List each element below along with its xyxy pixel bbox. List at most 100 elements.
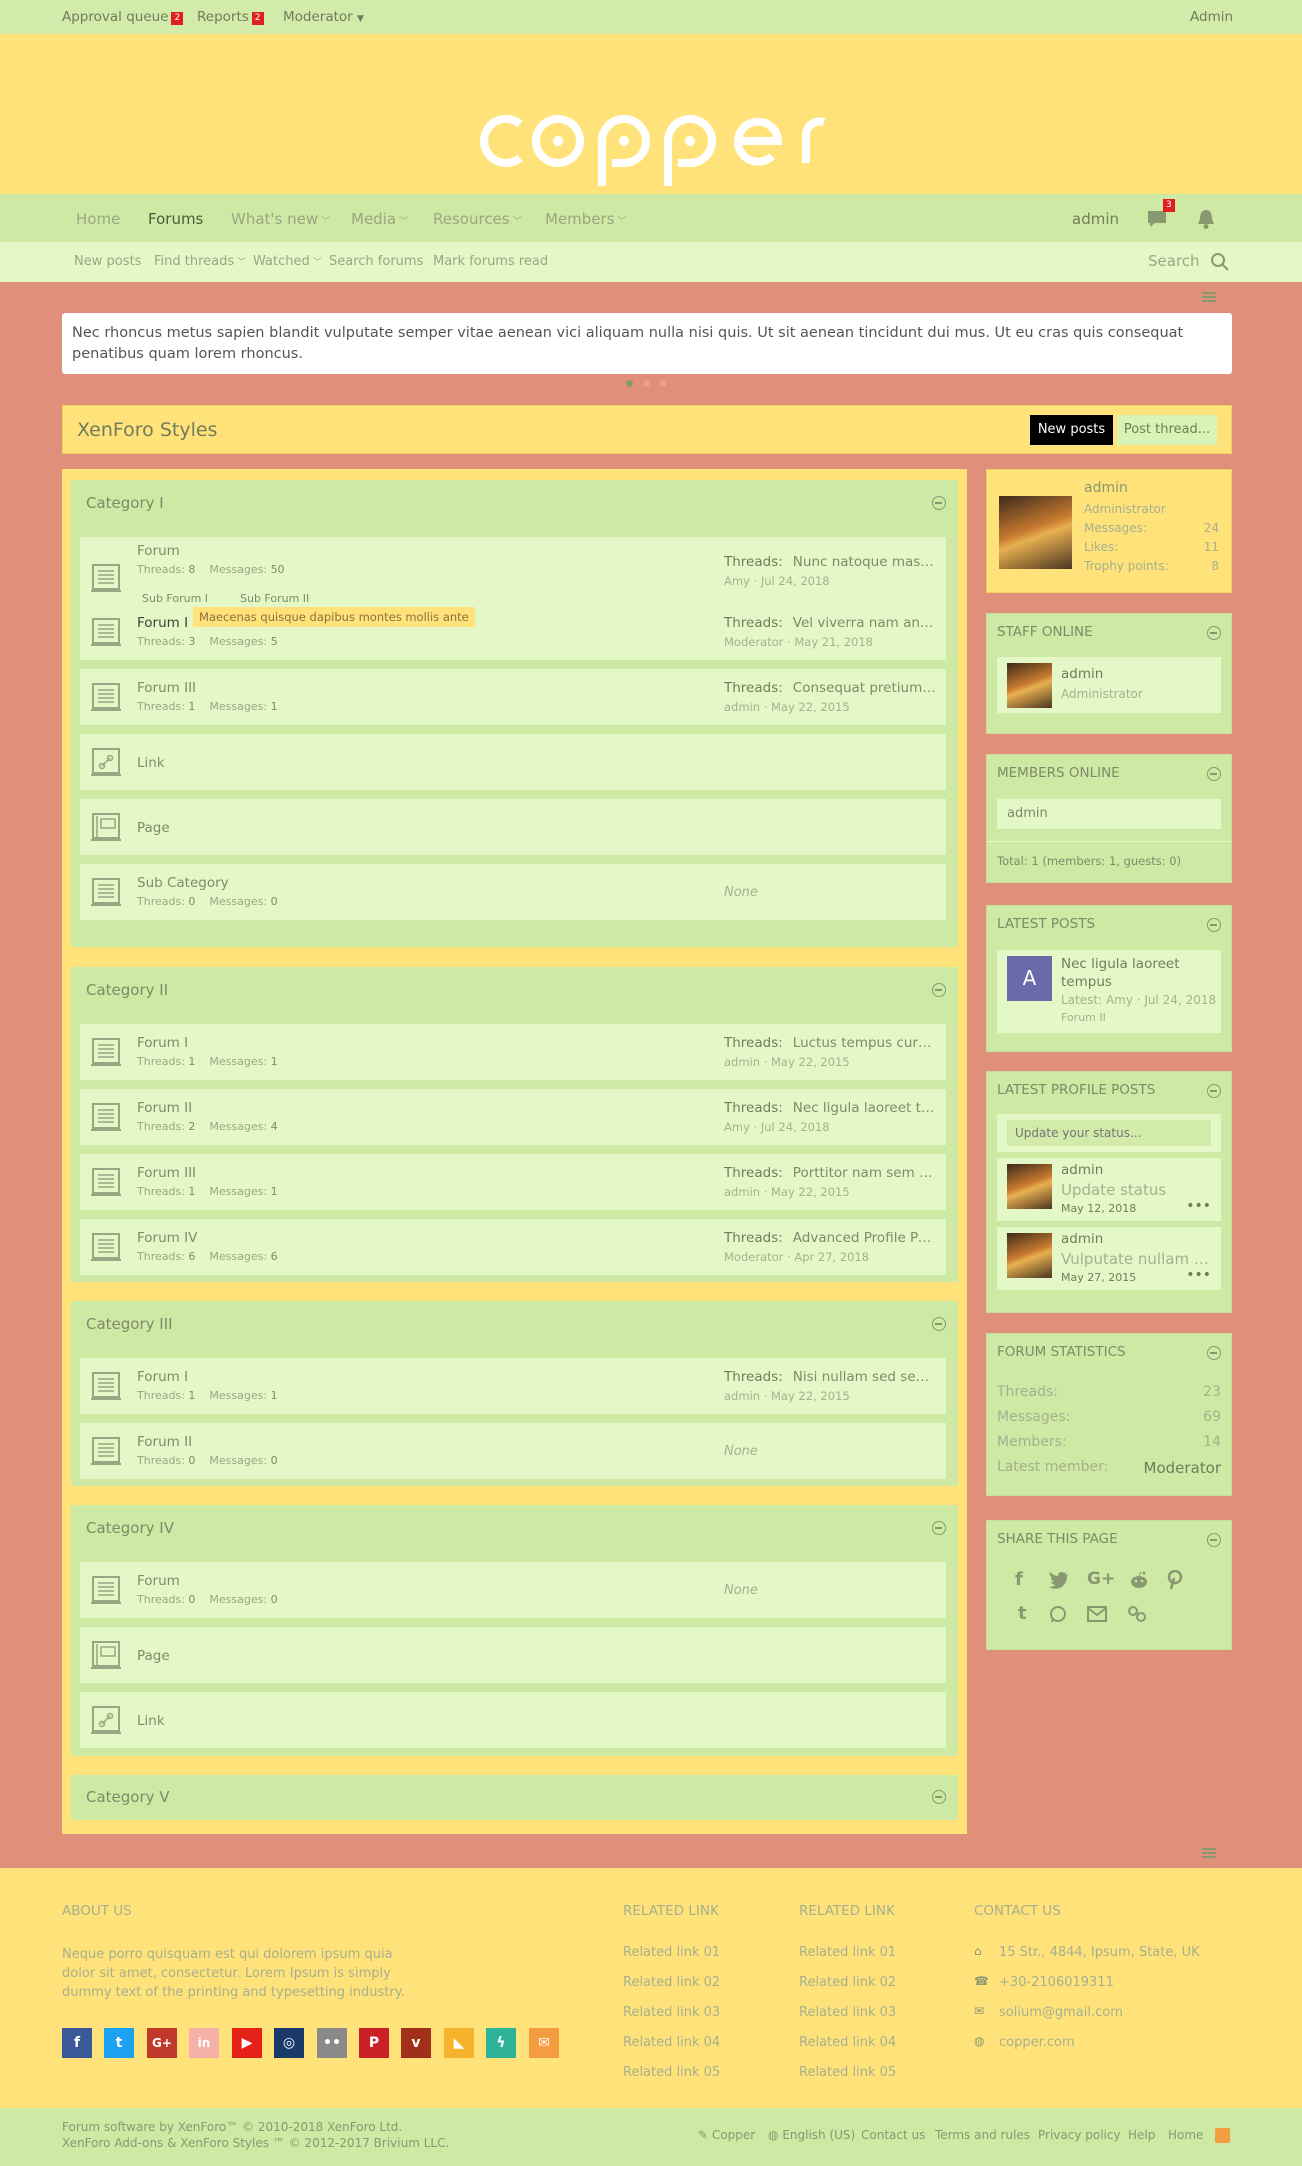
language-link[interactable]: ◍ English (US) xyxy=(768,2128,855,2142)
forum-title[interactable]: Forum II xyxy=(137,1100,192,1116)
search-button[interactable]: Search xyxy=(1148,252,1200,270)
twitter-icon[interactable] xyxy=(1049,1571,1069,1593)
footer-link[interactable]: Related link 02 xyxy=(799,1975,896,1990)
subnav-watched[interactable]: Watched ﹀ xyxy=(253,254,322,269)
deviantart-icon[interactable]: ϟ xyxy=(486,2028,516,2058)
collapse-icon[interactable] xyxy=(1207,1084,1221,1098)
forum-node[interactable]: Forum I Threads: 3 Messages: 5 Maecenas qu… xyxy=(80,604,946,660)
category-title[interactable]: Category II xyxy=(86,981,168,999)
last-post-title[interactable]: Threads: Vel viverra nam ante sem xyxy=(724,615,936,631)
forum-node[interactable]: Forum IV Threads: 6 Messages: 6 Threads: Ad… xyxy=(80,1219,946,1275)
forum-title[interactable]: Forum I xyxy=(137,1035,188,1051)
stat-latest-value[interactable]: Moderator xyxy=(1144,1459,1221,1477)
forum-title[interactable]: Forum III xyxy=(137,1165,196,1181)
menu-icon[interactable] xyxy=(1202,1848,1216,1858)
forum-node[interactable]: Sub Category Threads: 0 Messages: 0 None xyxy=(80,864,946,920)
forum-title[interactable]: Forum xyxy=(137,1573,180,1589)
facebook-icon[interactable]: f xyxy=(62,2028,92,2058)
forum-node[interactable]: Page xyxy=(80,799,946,855)
footer-link[interactable]: Related link 05 xyxy=(799,2065,896,2080)
staff-name[interactable]: admin xyxy=(1061,666,1103,682)
forum-title[interactable]: Forum III xyxy=(137,680,196,696)
whatsapp-icon[interactable] xyxy=(1049,1605,1067,1627)
terms-link[interactable]: Terms and rules xyxy=(935,2128,1030,2142)
privacy-link[interactable]: Privacy policy xyxy=(1038,2128,1121,2142)
post-thread-button[interactable]: Post thread... xyxy=(1117,415,1217,445)
category-title[interactable]: Category I xyxy=(86,494,164,512)
more-options-icon[interactable]: ••• xyxy=(1186,1198,1211,1214)
forum-title[interactable]: Forum I xyxy=(137,615,188,631)
style-chooser-link[interactable]: ✎ Copper xyxy=(698,2128,755,2142)
status-input[interactable] xyxy=(1007,1120,1211,1146)
avatar[interactable] xyxy=(1007,663,1052,708)
google-plus-icon[interactable]: G+ xyxy=(147,2028,177,2058)
collapse-icon[interactable] xyxy=(932,1521,946,1535)
forum-title[interactable]: Page xyxy=(137,820,170,836)
post-forum[interactable]: Forum II xyxy=(1061,1011,1106,1024)
nav-forums[interactable]: Forums xyxy=(148,210,203,228)
collapse-icon[interactable] xyxy=(932,1790,946,1804)
last-post-title[interactable]: Threads: Porttitor nam sem nunc xyxy=(724,1165,936,1181)
forum-title[interactable]: Link xyxy=(137,1713,165,1729)
dribbble-icon[interactable]: ◎ xyxy=(274,2028,304,2058)
nav-media[interactable]: Media ﹀ xyxy=(351,210,408,228)
nav-user[interactable]: admin xyxy=(1072,210,1119,228)
subnav-find-threads[interactable]: Find threads ﹀ xyxy=(154,254,246,269)
profile-name[interactable]: admin xyxy=(1084,480,1128,496)
reddit-icon[interactable] xyxy=(1129,1571,1149,1593)
footer-link[interactable]: Related link 04 xyxy=(799,2035,896,2050)
help-link[interactable]: Help xyxy=(1128,2128,1155,2142)
avatar[interactable] xyxy=(1007,1164,1052,1209)
forum-node[interactable]: Forum Threads: 0 Messages: 0 None xyxy=(80,1562,946,1618)
forum-node[interactable]: Forum I Threads: 1 Messages: 1 Threads: Luc… xyxy=(80,1024,946,1080)
email-icon[interactable]: ✉ xyxy=(529,2028,559,2058)
google-plus-icon[interactable]: G+ xyxy=(1087,1569,1115,1589)
forum-title[interactable]: Forum II xyxy=(137,1434,192,1450)
collapse-icon[interactable] xyxy=(932,496,946,510)
collapse-icon[interactable] xyxy=(1207,626,1221,640)
moderator-menu[interactable]: Moderator ▼ xyxy=(283,9,364,25)
last-post-title[interactable]: Threads: Nec ligula laoreet tempus xyxy=(724,1100,936,1116)
approval-queue-link[interactable]: Approval queue 2 xyxy=(62,9,184,25)
collapse-icon[interactable] xyxy=(1207,918,1221,932)
collapse-icon[interactable] xyxy=(932,1317,946,1331)
forum-title[interactable]: Forum xyxy=(137,543,180,559)
carousel-dot[interactable] xyxy=(643,380,650,387)
collapse-icon[interactable] xyxy=(1207,1346,1221,1360)
admin-link[interactable]: Admin xyxy=(1190,9,1233,25)
menu-icon[interactable] xyxy=(1202,292,1216,302)
forum-node[interactable]: Link xyxy=(80,1692,946,1748)
conversations-icon[interactable] xyxy=(1146,209,1168,233)
forum-title[interactable]: Link xyxy=(137,755,165,771)
last-post-title[interactable]: Threads: Nunc natoque massa ac ipsum xyxy=(724,554,936,570)
forum-title[interactable]: Forum IV xyxy=(137,1230,197,1246)
new-posts-button[interactable]: New posts xyxy=(1030,415,1113,445)
forum-node[interactable]: Forum I Threads: 1 Messages: 1 Threads: Nis… xyxy=(80,1358,946,1414)
forum-node[interactable]: Page xyxy=(80,1627,946,1683)
bell-icon[interactable] xyxy=(1196,208,1216,234)
rss-icon[interactable] xyxy=(1215,2128,1230,2143)
category-title[interactable]: Category V xyxy=(86,1788,170,1806)
youtube-icon[interactable]: ▶ xyxy=(232,2028,262,2058)
contact-link[interactable]: Contact us xyxy=(861,2128,925,2142)
footer-link[interactable]: Related link 01 xyxy=(623,1945,720,1960)
carousel-dot-active[interactable] xyxy=(626,380,633,387)
footer-link[interactable]: Related link 03 xyxy=(623,2005,720,2020)
post-title[interactable]: Nec ligula laoreet tempus xyxy=(1061,955,1211,991)
link-icon[interactable] xyxy=(1127,1605,1147,1627)
nav-whats-new[interactable]: What's new ﹀ xyxy=(231,210,330,228)
category-title[interactable]: Category IV xyxy=(86,1519,174,1537)
last-post-title[interactable]: Threads: Consequat pretium sed nec xyxy=(724,680,936,696)
carousel-dot[interactable] xyxy=(660,380,667,387)
footer-link[interactable]: Related link 02 xyxy=(623,1975,720,1990)
last-post-title[interactable]: Threads: Nisi nullam sed sem tellus xyxy=(724,1369,936,1385)
linkedin-icon[interactable]: in xyxy=(189,2028,219,2058)
site-logo[interactable]: copper xyxy=(472,86,832,196)
footer-link[interactable]: Related link 03 xyxy=(799,2005,896,2020)
collapse-icon[interactable] xyxy=(1207,767,1221,781)
footer-email[interactable]: solium@gmail.com xyxy=(999,2005,1123,2020)
member-name[interactable]: admin xyxy=(1007,806,1048,821)
collapse-icon[interactable] xyxy=(1207,1533,1221,1547)
footer-link[interactable]: Related link 05 xyxy=(623,2065,720,2080)
email-icon[interactable] xyxy=(1087,1606,1107,1626)
